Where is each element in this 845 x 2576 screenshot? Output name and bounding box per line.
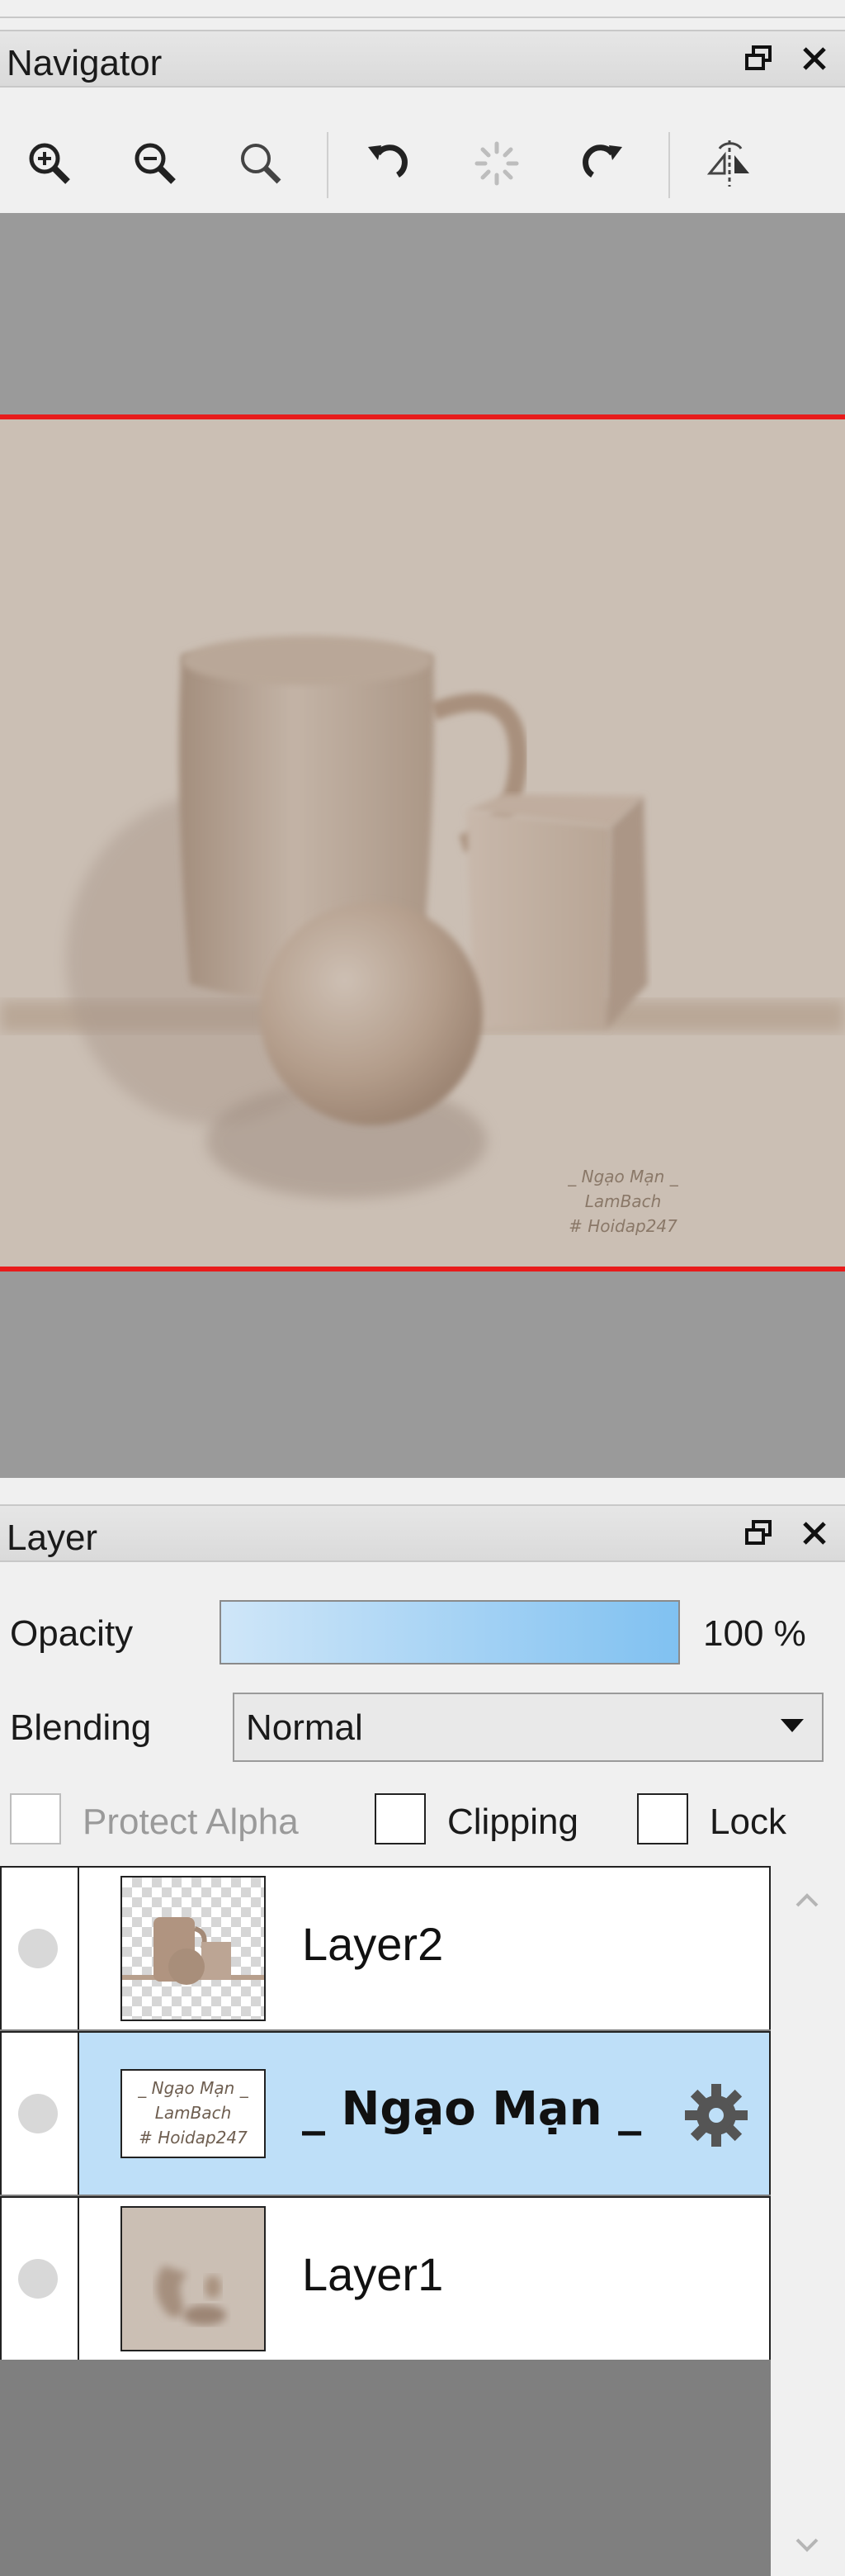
- signature-line-2: LamBach: [585, 1191, 662, 1211]
- zoom-out-icon[interactable]: [124, 132, 186, 195]
- thumb-text-2: LamBach: [155, 2103, 232, 2123]
- reset-rotation-icon[interactable]: [465, 132, 528, 195]
- rotate-right-icon[interactable]: [573, 132, 635, 195]
- signature-line-1: _ Ngạo Mạn _: [567, 1167, 678, 1186]
- layer-row[interactable]: Layer2: [0, 1866, 771, 2029]
- navigator-title: Navigator: [7, 43, 163, 83]
- navigator-titlebar: Navigator: [0, 30, 845, 88]
- rotate-left-icon[interactable]: [355, 132, 418, 195]
- protect-alpha-label: Protect Alpha: [83, 1802, 299, 1842]
- blending-select[interactable]: Normal: [233, 1693, 824, 1762]
- layer-name[interactable]: _ Ngạo Mạn _: [302, 2082, 641, 2136]
- layer-row[interactable]: Layer1: [0, 2196, 771, 2360]
- toolbar-separator: [327, 132, 328, 198]
- zoom-fit-icon[interactable]: [229, 132, 292, 195]
- visibility-toggle[interactable]: [2, 2198, 79, 2360]
- blending-value: Normal: [246, 1707, 363, 1748]
- float-icon[interactable]: [739, 1514, 777, 1552]
- opacity-label: Opacity: [10, 1613, 134, 1654]
- visibility-icon: [18, 2259, 58, 2299]
- toolbar-separator: [668, 132, 670, 198]
- layer-thumbnail: [120, 2206, 266, 2351]
- float-icon[interactable]: [739, 40, 777, 78]
- close-icon[interactable]: [795, 40, 833, 78]
- clipping-checkbox[interactable]: [375, 1793, 426, 1844]
- lock-checkbox[interactable]: [637, 1793, 688, 1844]
- scroll-down-icon[interactable]: [792, 2535, 822, 2559]
- opacity-slider[interactable]: [220, 1600, 680, 1664]
- layer-list: Layer2 _ Ngạo Mạn _ LamBach # Hoidap247 …: [0, 1866, 771, 2576]
- layer-row[interactable]: _ Ngạo Mạn _ LamBach # Hoidap247 _ Ngạo …: [0, 2031, 771, 2195]
- flip-horizontal-icon[interactable]: [698, 132, 761, 195]
- top-edge: [0, 0, 845, 18]
- visibility-toggle[interactable]: [2, 2033, 79, 2195]
- scroll-up-icon[interactable]: [792, 1891, 822, 1915]
- protect-alpha-checkbox[interactable]: [10, 1793, 61, 1844]
- clipping-label: Clipping: [447, 1802, 578, 1842]
- canvas-preview[interactable]: _ Ngạo Mạn _ LamBach # Hoidap247: [0, 414, 845, 1271]
- close-icon[interactable]: [795, 1514, 833, 1552]
- thumb-text-3: # Hoidap247: [139, 2128, 248, 2147]
- visibility-icon: [18, 2094, 58, 2133]
- opacity-value: 100 %: [703, 1613, 806, 1654]
- layer-thumbnail: _ Ngạo Mạn _ LamBach # Hoidap247: [120, 2069, 266, 2158]
- layer-thumbnail: [120, 1876, 266, 2021]
- visibility-icon: [18, 1929, 58, 1968]
- gear-icon[interactable]: [682, 2081, 751, 2154]
- layer-name[interactable]: Layer1: [302, 2247, 443, 2301]
- layer-name[interactable]: Layer2: [302, 1917, 443, 1971]
- signature-line-3: # Hoidap247: [569, 1216, 677, 1236]
- lock-label: Lock: [710, 1802, 786, 1842]
- navigator-toolbar: [0, 116, 845, 213]
- thumb-text-1: _ Ngạo Mạn _: [137, 2078, 248, 2098]
- zoom-in-icon[interactable]: [18, 132, 81, 195]
- visibility-toggle[interactable]: [2, 1868, 79, 2029]
- layer-titlebar: Layer: [0, 1504, 845, 1562]
- layer-scrollbar[interactable]: [771, 1866, 845, 2576]
- layer-title: Layer: [7, 1518, 98, 1558]
- chevron-down-icon: [781, 1719, 804, 1732]
- blending-label: Blending: [10, 1707, 152, 1748]
